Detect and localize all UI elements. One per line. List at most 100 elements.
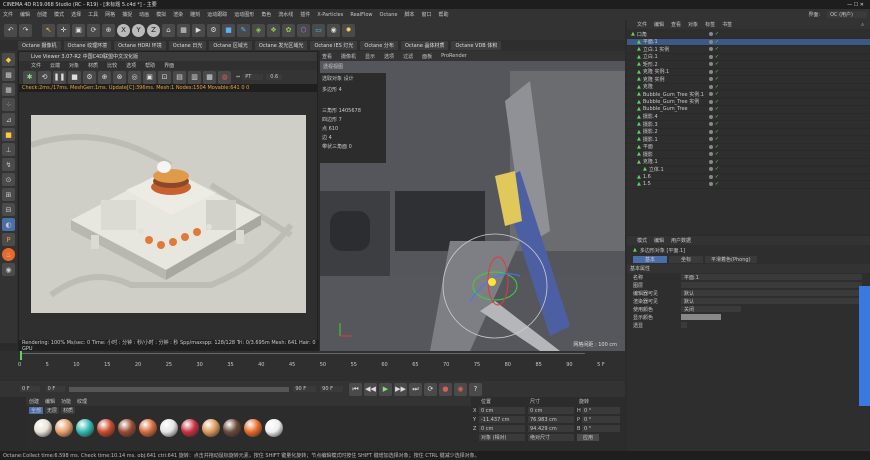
obj-menu-item[interactable]: 对象 [688, 21, 698, 28]
position-y-field[interactable]: -11.437 cm [479, 416, 525, 423]
use-color-select[interactable]: 关闭 [681, 306, 741, 313]
render-picture-icon[interactable]: ▶ [192, 23, 205, 37]
editor-visible-select[interactable]: 默认 [681, 290, 862, 297]
lv-menu-item[interactable]: 材质 [88, 62, 98, 69]
obj-menu-item[interactable]: 标签 [705, 21, 715, 28]
play-icon[interactable]: ▶ [378, 382, 392, 396]
enable-check-icon[interactable]: ✓ [715, 159, 719, 165]
mat-menu-item[interactable]: 编辑 [45, 398, 55, 405]
attr-tab-basic[interactable]: 基本 [633, 256, 668, 263]
material-swatch[interactable] [244, 419, 262, 437]
light-icon[interactable]: ✹ [342, 23, 355, 37]
visibility-dot-icon[interactable] [708, 159, 713, 164]
lv-menu-item[interactable]: 文件 [31, 62, 41, 69]
lv-menu-item[interactable]: 比较 [107, 62, 117, 69]
octane-hdri-env-tab[interactable]: Octane HDRI 环境 [114, 41, 166, 50]
material-swatch[interactable] [34, 419, 52, 437]
settings-icon[interactable]: ⚙ [83, 70, 96, 84]
size-z-field[interactable]: 94.429 cm [528, 425, 574, 432]
name-field[interactable]: 平面.1 [681, 274, 862, 281]
octane-crystal-material-tab[interactable]: Octane 晶体材质 [400, 41, 449, 50]
menu-item[interactable]: 创建 [37, 11, 47, 18]
lv-menu-item[interactable]: 选项 [126, 62, 136, 69]
send-scene-icon[interactable]: ⟲ [38, 70, 51, 84]
visibility-dot-icon[interactable] [708, 62, 713, 67]
object-name[interactable]: 口角 [637, 31, 707, 38]
move-icon[interactable]: ✛ [57, 23, 70, 37]
material-swatch[interactable] [76, 419, 94, 437]
vp-menu-item[interactable]: 过滤 [403, 53, 413, 60]
xray-checkbox[interactable] [681, 322, 687, 328]
octane-vdb-volume-tab[interactable]: Octane VDB 体积 [451, 41, 502, 50]
save-image-icon[interactable]: ▥ [188, 70, 201, 84]
menu-item[interactable]: 捕捉 [122, 11, 132, 18]
material-swatch[interactable] [181, 419, 199, 437]
camera-tool-icon[interactable]: ◉ [2, 263, 15, 276]
camera-icon[interactable]: ◉ [327, 23, 340, 37]
loop-icon[interactable]: ⟳ [423, 382, 437, 396]
object-name[interactable]: 克隆 实例 [643, 76, 707, 83]
menu-item[interactable]: 帮助 [439, 11, 449, 18]
enable-check-icon[interactable]: ✓ [715, 39, 719, 45]
rotation-b-field[interactable]: 0 ° [582, 425, 620, 432]
object-name[interactable]: 摄影.1 [643, 136, 707, 143]
mat-tab-all[interactable]: 全部 [29, 406, 44, 414]
lv-menu-item[interactable]: 对象 [69, 62, 79, 69]
obj-menu-item[interactable]: 编辑 [654, 21, 664, 28]
xpresso-icon[interactable]: ♨ [2, 248, 15, 261]
object-row[interactable]: ▲ 1.6 ✓ [627, 174, 870, 181]
material-swatch[interactable] [55, 419, 73, 437]
enable-check-icon[interactable]: ✓ [715, 106, 719, 112]
enable-check-icon[interactable]: ✓ [715, 136, 719, 142]
next-key-icon[interactable]: ▶▶ [393, 382, 407, 396]
object-name[interactable]: 摄影.4 [643, 113, 707, 120]
object-name[interactable]: 平面.1 [643, 38, 707, 45]
search-icon[interactable]: ⌕ [861, 22, 864, 28]
current-frame-field[interactable]: 0 F [20, 386, 40, 392]
display-color-swatch[interactable] [681, 314, 721, 320]
obj-menu-item[interactable]: 书签 [722, 21, 732, 28]
enable-check-icon[interactable]: ✓ [715, 91, 719, 97]
enable-check-icon[interactable]: ✓ [715, 76, 719, 82]
attr-menu-item[interactable]: 编辑 [654, 237, 664, 244]
subdivision-icon[interactable]: ◈ [252, 23, 265, 37]
render-visible-select[interactable]: 默认 [681, 298, 862, 305]
material-swatch[interactable] [139, 419, 157, 437]
enable-check-icon[interactable]: ✓ [715, 61, 719, 67]
visibility-dot-icon[interactable] [708, 84, 713, 89]
enable-check-icon[interactable]: ✓ [715, 54, 719, 60]
region-render-icon[interactable]: ▣ [143, 70, 156, 84]
scale-icon[interactable]: ▣ [72, 23, 85, 37]
psr-icon[interactable]: P [2, 233, 15, 246]
object-name[interactable]: 克隆.1 [643, 158, 707, 165]
vp-menu-item[interactable]: 摄像机 [341, 53, 356, 60]
object-name[interactable]: 矩形.2 [643, 61, 707, 68]
object-row[interactable]: ▲ 1.5 ✓ [627, 181, 870, 189]
lv-menu-item[interactable]: 帮助 [145, 62, 155, 69]
object-row[interactable]: ▲ Bubble_Gum_Tree 实例 ✓ [627, 99, 870, 106]
visibility-dot-icon[interactable] [708, 92, 713, 97]
exposure-field[interactable]: 0.6 [266, 74, 283, 80]
menu-item[interactable]: 插件 [300, 11, 310, 18]
obj-menu-item[interactable]: 文件 [637, 21, 647, 28]
redo-icon[interactable]: ↷ [19, 23, 32, 37]
octane-scatter-tab[interactable]: Octane 分布 [360, 41, 398, 50]
undo-icon[interactable]: ↶ [4, 23, 17, 37]
size-y-field[interactable]: 76.983 cm [528, 416, 574, 423]
enable-check-icon[interactable]: ✓ [715, 114, 719, 120]
mat-menu-item[interactable]: 创建 [29, 398, 39, 405]
vp-menu-item[interactable]: 查看 [322, 53, 332, 60]
vp-menu-item[interactable]: 面板 [422, 53, 432, 60]
points-mode-icon[interactable]: ⁘ [2, 98, 15, 111]
menu-item[interactable]: 流水线 [278, 11, 293, 18]
preview-range-slider[interactable] [69, 386, 290, 392]
pause-icon[interactable]: ❚❚ [53, 70, 66, 84]
visibility-dot-icon[interactable] [708, 144, 713, 149]
octane-daylight-tab[interactable]: Octane 日光 [168, 41, 207, 50]
deformer-icon[interactable]: ⬡ [297, 23, 310, 37]
pick-focus-icon[interactable]: ⊕ [98, 70, 111, 84]
object-name[interactable]: 平面 [643, 143, 707, 150]
mat-menu-item[interactable]: 功能 [61, 398, 71, 405]
menu-item[interactable]: 选择 [71, 11, 81, 18]
visibility-dot-icon[interactable] [708, 182, 713, 187]
